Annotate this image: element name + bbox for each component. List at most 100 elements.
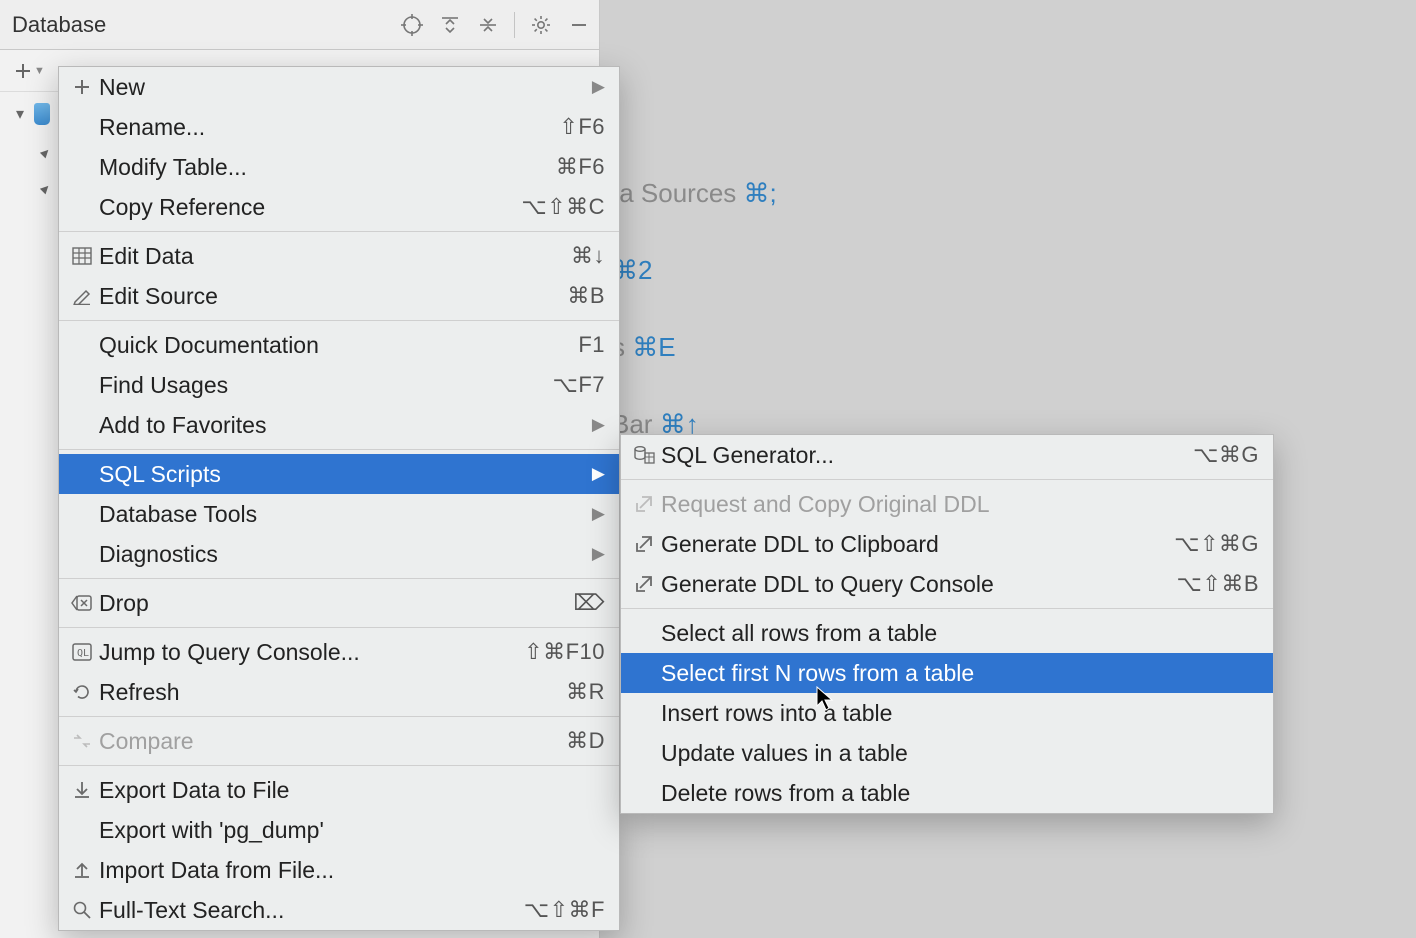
context-menu-item[interactable]: New▶	[59, 67, 619, 107]
hint-row: ⌘2	[612, 255, 777, 286]
menu-item-label: Edit Data	[97, 243, 563, 270]
shortcut-label: ⌥⇧⌘C	[513, 194, 605, 220]
hint-row: s ⌘E	[612, 332, 777, 363]
menu-separator	[59, 716, 619, 717]
sql-scripts-item[interactable]: Insert rows into a table	[621, 693, 1273, 733]
menu-item-label: SQL Scripts	[97, 461, 584, 488]
menu-item-label: Rename...	[97, 114, 551, 141]
gear-icon[interactable]	[529, 13, 553, 37]
context-menu-item[interactable]: Import Data from File...	[59, 850, 619, 890]
chevron-right-icon: ▶	[584, 544, 605, 564]
context-menu-item[interactable]: Quick DocumentationF1	[59, 325, 619, 365]
search-icon	[67, 900, 97, 920]
sql-scripts-item[interactable]: SQL Generator...⌥⌘G	[621, 435, 1273, 475]
menu-item-label: Select first N rows from a table	[659, 660, 1259, 687]
chevron-right-icon: ▶	[584, 77, 605, 97]
menu-item-label: Delete rows from a table	[659, 780, 1259, 807]
shortcut-label: F1	[570, 332, 605, 358]
sql-scripts-item[interactable]: Delete rows from a table	[621, 773, 1273, 813]
context-menu-item[interactable]: Full-Text Search...⌥⇧⌘F	[59, 890, 619, 930]
shortcut-label: ⌘↓	[563, 243, 605, 269]
shortcut-label: ⌘F6	[548, 154, 605, 180]
context-menu-item[interactable]: QLJump to Query Console...⇧⌘F10	[59, 632, 619, 672]
edit-icon	[67, 287, 97, 305]
shortcut-label: ⌘B	[559, 283, 605, 309]
menu-item-label: Diagnostics	[97, 541, 584, 568]
context-menu-item[interactable]: Database Tools▶	[59, 494, 619, 534]
context-menu-item[interactable]: Modify Table...⌘F6	[59, 147, 619, 187]
menu-item-label: Import Data from File...	[97, 857, 605, 884]
context-menu[interactable]: New▶Rename...⇧F6Modify Table...⌘F6Copy R…	[58, 66, 620, 931]
menu-item-label: Edit Source	[97, 283, 559, 310]
dropdown-caret-icon: ▼	[34, 65, 45, 77]
context-menu-item[interactable]: Edit Source⌘B	[59, 276, 619, 316]
shortcut-label: ⌥F7	[544, 372, 605, 398]
chevron-right-icon[interactable]: ▸	[35, 138, 59, 162]
menu-item-label: Quick Documentation	[97, 332, 570, 359]
minimize-icon[interactable]	[567, 13, 591, 37]
sql-scripts-item[interactable]: Generate DDL to Clipboard⌥⇧⌘G	[621, 524, 1273, 564]
menu-item-label: Full-Text Search...	[97, 897, 516, 924]
context-menu-item[interactable]: Refresh⌘R	[59, 672, 619, 712]
context-menu-item[interactable]: Copy Reference⌥⇧⌘C	[59, 187, 619, 227]
context-menu-item[interactable]: Add to Favorites▶	[59, 405, 619, 445]
menu-item-label: Modify Table...	[97, 154, 548, 181]
sql-scripts-item: Request and Copy Original DDL	[621, 484, 1273, 524]
context-menu-item[interactable]: Rename...⇧F6	[59, 107, 619, 147]
sql-scripts-item[interactable]: Select first N rows from a table	[621, 653, 1273, 693]
sqlgen-icon	[629, 445, 659, 465]
link-out-icon	[629, 494, 659, 514]
shortcut-label: ⌘D	[558, 728, 605, 754]
menu-separator	[59, 765, 619, 766]
context-menu-item[interactable]: Export with 'pg_dump'	[59, 810, 619, 850]
menu-item-label: New	[97, 74, 584, 101]
shortcut-label: ⇧F6	[551, 114, 605, 140]
context-menu-item[interactable]: Edit Data⌘↓	[59, 236, 619, 276]
sql-scripts-item[interactable]: Update values in a table	[621, 733, 1273, 773]
compare-icon	[67, 732, 97, 750]
chevron-right-icon[interactable]: ▸	[35, 174, 59, 198]
menu-separator	[621, 479, 1273, 480]
expand-all-icon[interactable]	[438, 13, 462, 37]
datasource-icon	[34, 103, 50, 125]
export-icon	[67, 780, 97, 800]
svg-text:QL: QL	[77, 648, 89, 659]
menu-item-label: SQL Generator...	[659, 442, 1185, 469]
menu-item-label: Export with 'pg_dump'	[97, 817, 605, 844]
shortcut-label: ⌥⇧⌘B	[1169, 571, 1259, 597]
panel-header: Database	[0, 0, 599, 50]
refresh-icon	[67, 682, 97, 702]
context-menu-item[interactable]: SQL Scripts▶	[59, 454, 619, 494]
menu-item-label: Drop	[97, 590, 565, 617]
target-icon[interactable]	[400, 13, 424, 37]
menu-item-label: Copy Reference	[97, 194, 513, 221]
header-toolbar	[400, 12, 591, 38]
separator	[514, 12, 515, 38]
menu-separator	[59, 320, 619, 321]
shortcut-label: ⌘R	[558, 679, 605, 705]
collapse-all-icon[interactable]	[476, 13, 500, 37]
delete-icon	[67, 594, 97, 612]
context-menu-item[interactable]: Diagnostics▶	[59, 534, 619, 574]
sql-scripts-item[interactable]: Generate DDL to Query Console⌥⇧⌘B	[621, 564, 1273, 604]
sql-scripts-item[interactable]: Select all rows from a table	[621, 613, 1273, 653]
context-menu-item: Compare⌘D	[59, 721, 619, 761]
menu-item-label: Generate DDL to Query Console	[659, 571, 1169, 598]
plus-icon	[67, 78, 97, 96]
menu-separator	[59, 449, 619, 450]
context-menu-item[interactable]: Find Usages⌥F7	[59, 365, 619, 405]
hint-row: ta Sources ⌘;	[612, 178, 777, 209]
chevron-down-icon[interactable]: ▾	[16, 104, 30, 124]
context-menu-item[interactable]: Drop⌦	[59, 583, 619, 623]
menu-separator	[59, 231, 619, 232]
link-out-icon	[629, 534, 659, 554]
sql-scripts-submenu[interactable]: SQL Generator...⌥⌘G Request and Copy Orig…	[620, 434, 1274, 814]
menu-item-label: Refresh	[97, 679, 558, 706]
context-menu-item[interactable]: Export Data to File	[59, 770, 619, 810]
menu-item-label: Compare	[97, 728, 558, 755]
menu-item-label: Request and Copy Original DDL	[659, 491, 1259, 518]
shortcut-label: ⌥⇧⌘G	[1166, 531, 1259, 557]
shortcut-label: ⇧⌘F10	[516, 639, 605, 665]
menu-item-label: Add to Favorites	[97, 412, 584, 439]
shortcut-label: ⌥⌘G	[1185, 442, 1259, 468]
